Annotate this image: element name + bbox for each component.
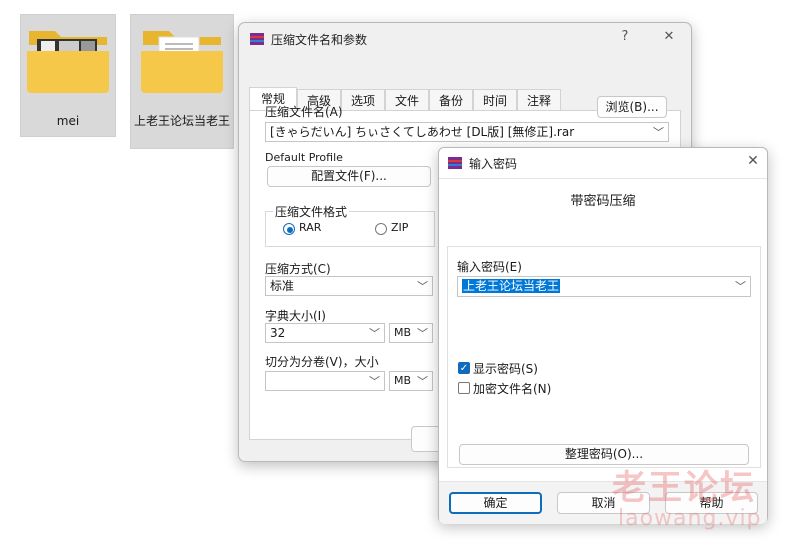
folder-mei[interactable]: mei <box>20 14 116 137</box>
split-unit-select[interactable]: MB ﹀ <box>389 371 433 391</box>
rar-label: RAR <box>299 221 322 234</box>
close-button[interactable]: ✕ <box>743 153 763 169</box>
dictionary-value: 32 <box>270 326 286 340</box>
archive-name-value: [きゃらだいん] ちぃさくてしあわせ [DL版] [無修正].rar <box>270 125 575 139</box>
window-title: 压缩文件名和参数 <box>271 33 368 47</box>
chevron-down-icon[interactable]: ﹀ <box>369 325 380 342</box>
chevron-down-icon[interactable]: ﹀ <box>653 124 664 141</box>
default-profile-label: Default Profile <box>265 151 343 164</box>
tab-backup[interactable]: 备份 <box>429 89 473 111</box>
password-combobox[interactable]: 上老王论坛当老王 ﹀ <box>457 276 751 297</box>
encrypt-names-checkbox[interactable] <box>458 382 470 394</box>
show-password-label: 显示密码(S) <box>473 362 538 376</box>
help-button[interactable]: ? <box>615 29 635 44</box>
dictionary-label: 字典大小(I) <box>265 309 326 323</box>
chevron-down-icon[interactable]: ﹀ <box>417 325 428 342</box>
tab-comment[interactable]: 注释 <box>517 89 561 111</box>
folder-label: mei <box>56 114 80 128</box>
close-button[interactable]: ✕ <box>659 29 679 44</box>
folder-label: 上老王论坛当老王 <box>133 114 230 128</box>
watermark-url: laowang.vip <box>618 506 762 531</box>
title-divider <box>439 178 767 179</box>
tab-time[interactable]: 时间 <box>473 89 517 111</box>
method-value: 标准 <box>270 279 295 293</box>
zip-label: ZIP <box>391 221 409 234</box>
chevron-down-icon[interactable]: ﹀ <box>369 373 380 390</box>
zip-radio[interactable] <box>375 223 387 235</box>
format-group-label: 压缩文件格式 <box>273 203 350 220</box>
tab-options[interactable]: 选项 <box>341 89 385 111</box>
rar-radio[interactable] <box>283 223 295 235</box>
method-label: 压缩方式(C) <box>265 262 331 276</box>
chevron-down-icon[interactable]: ﹀ <box>417 278 428 295</box>
encrypt-names-label: 加密文件名(N) <box>473 382 552 396</box>
dialog-title: 输入密码 <box>469 157 518 171</box>
ok-button[interactable]: 确定 <box>449 492 542 514</box>
winrar-icon <box>448 157 462 169</box>
chevron-down-icon[interactable]: ﹀ <box>417 373 428 390</box>
dictionary-unit: MB <box>394 326 412 339</box>
profiles-button[interactable]: 配置文件(F)... <box>267 166 431 187</box>
browse-button[interactable]: 浏览(B)... <box>597 96 667 118</box>
split-volumes-label: 切分为分卷(V)，大小 <box>265 355 379 369</box>
tab-files[interactable]: 文件 <box>385 89 429 111</box>
archive-name-label: 压缩文件名(A) <box>265 105 343 119</box>
split-volumes-combobox[interactable]: ﹀ <box>265 371 385 391</box>
winrar-icon <box>250 33 264 45</box>
enter-password-label: 输入密码(E) <box>457 260 522 274</box>
dialog-heading: 带密码压缩 <box>570 194 636 209</box>
chevron-down-icon[interactable]: ﹀ <box>735 278 746 296</box>
archive-name-combobox[interactable]: [きゃらだいん] ちぃさくてしあわせ [DL版] [無修正].rar ﹀ <box>265 122 669 142</box>
split-unit: MB <box>394 374 412 387</box>
password-value: 上老王论坛当老王 <box>462 279 561 293</box>
show-password-checkbox[interactable]: ✓ <box>458 362 470 374</box>
watermark-text: 老王论坛 <box>612 468 756 508</box>
folder-laowang[interactable]: 上老王论坛当老王 <box>130 14 234 149</box>
method-select[interactable]: 标准 ﹀ <box>265 276 433 296</box>
dictionary-select[interactable]: 32 ﹀ <box>265 323 385 343</box>
folder-icon <box>141 31 223 93</box>
dictionary-unit-select[interactable]: MB ﹀ <box>389 323 433 343</box>
folder-icon <box>27 31 109 93</box>
